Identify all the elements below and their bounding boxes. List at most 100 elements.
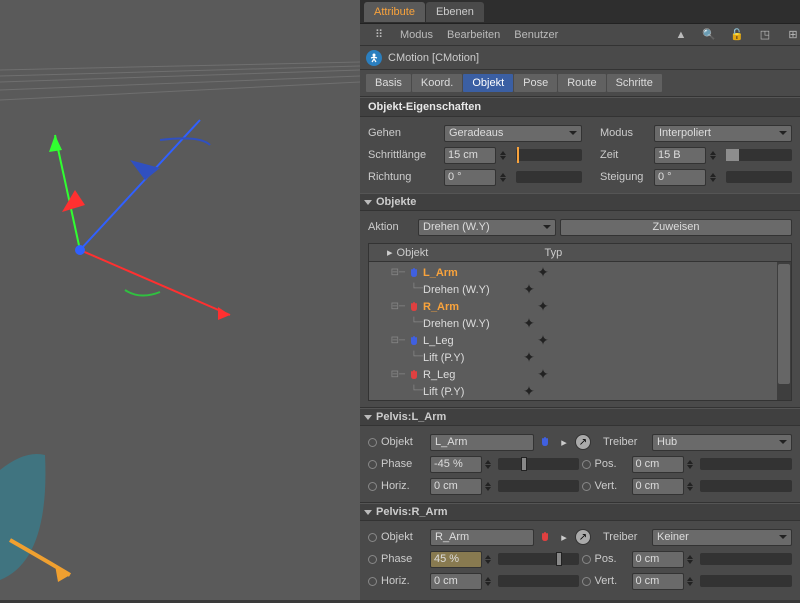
vert-slider[interactable] [700, 480, 793, 492]
horiz-radio[interactable] [368, 482, 377, 491]
tree-item[interactable]: ⊟─ R_Arm ✦ [369, 298, 791, 315]
lock-icon[interactable]: 🔓 [730, 28, 744, 42]
tree-item[interactable]: ⊟─ L_Arm ✦ [369, 264, 791, 281]
objekt-radio[interactable] [368, 438, 377, 447]
search-icon[interactable]: 🔍 [702, 28, 716, 42]
phase-slider[interactable] [498, 458, 579, 470]
objekt-link-field[interactable]: R_Arm [430, 529, 534, 546]
zeit-field[interactable]: 15 B [654, 147, 706, 164]
phase-label: Phase [381, 458, 427, 470]
subtab-schritte[interactable]: Schritte [607, 74, 662, 92]
pos-slider[interactable] [700, 458, 793, 470]
phase-spinner[interactable] [485, 456, 495, 473]
steigung-slider[interactable] [726, 171, 792, 183]
object-tree[interactable]: ▸ Objekt Typ ⊟─ L_Arm ✦ └─ Drehen (W.Y) … [368, 243, 792, 401]
steigung-spinner[interactable] [710, 169, 720, 186]
vert-radio[interactable] [582, 482, 591, 491]
subtab-route[interactable]: Route [558, 74, 605, 92]
horiz-field[interactable]: 0 cm [430, 573, 482, 590]
chevron-right-icon[interactable]: ▸ [556, 434, 572, 450]
treiber-combo[interactable]: Hub [652, 434, 792, 451]
zeit-spinner[interactable] [710, 147, 720, 164]
phase-field[interactable]: 45 % [430, 551, 482, 568]
tree-subitem-name: Drehen (W.Y) [423, 318, 519, 330]
hand-icon [408, 301, 420, 313]
type-icon: ✦ [533, 332, 553, 349]
tree-item[interactable]: ⊟─ R_Leg ✦ [369, 366, 791, 383]
schritt-spinner[interactable] [500, 147, 510, 164]
aktion-combo[interactable]: Drehen (W.Y) [418, 219, 556, 236]
menu-grip-icon: ⠿ [372, 28, 386, 42]
schritt-field[interactable]: 15 cm [444, 147, 496, 164]
schritt-slider[interactable] [516, 149, 582, 161]
vert-spinner[interactable] [687, 478, 697, 495]
subtab-objekt[interactable]: Objekt [463, 74, 513, 92]
zeit-slider[interactable] [726, 149, 792, 161]
gehen-combo[interactable]: Geradeaus [444, 125, 582, 142]
phase-radio[interactable] [368, 460, 377, 469]
horiz-spinner[interactable] [485, 573, 495, 590]
subtab-pose[interactable]: Pose [514, 74, 557, 92]
group-header[interactable]: Pelvis:L_Arm [360, 408, 800, 426]
horiz-spinner[interactable] [485, 478, 495, 495]
vert-field[interactable]: 0 cm [632, 573, 684, 590]
menu-benutzer[interactable]: Benutzer [514, 29, 558, 41]
object-title: CMotion [CMotion] [388, 52, 479, 64]
menu-modus[interactable]: Modus [400, 29, 433, 41]
zuweisen-button[interactable]: Zuweisen [560, 219, 792, 236]
objekt-radio[interactable] [368, 533, 377, 542]
modus-combo[interactable]: Interpoliert [654, 125, 792, 142]
objekt-link-field[interactable]: L_Arm [430, 434, 534, 451]
viewport-3d[interactable] [0, 0, 360, 600]
pos-field[interactable]: 0 cm [632, 551, 684, 568]
tree-item[interactable]: ⊟─ L_Leg ✦ [369, 332, 791, 349]
vert-field[interactable]: 0 cm [632, 478, 684, 495]
tree-item-name: R_Arm [423, 301, 533, 313]
tree-toggle-icon[interactable]: ▸ [387, 246, 393, 259]
new-window-icon[interactable]: ◳ [758, 28, 772, 42]
vert-radio[interactable] [582, 577, 591, 586]
tree-scrollbar[interactable] [777, 262, 791, 400]
vert-label: Vert. [595, 575, 629, 587]
phase-slider[interactable] [498, 553, 579, 565]
chevron-right-icon[interactable]: ▸ [556, 529, 572, 545]
pos-spinner[interactable] [687, 551, 697, 568]
pos-slider[interactable] [700, 553, 793, 565]
phase-spinner[interactable] [485, 551, 495, 568]
horiz-slider[interactable] [498, 575, 579, 587]
target-icon[interactable]: ↗ [575, 529, 591, 545]
menu-bearbeiten[interactable]: Bearbeiten [447, 29, 500, 41]
vert-slider[interactable] [700, 575, 793, 587]
pos-radio[interactable] [582, 555, 591, 564]
type-icon: ✦ [519, 383, 539, 400]
steigung-field[interactable]: 0 ° [654, 169, 706, 186]
nav-up-icon[interactable]: ▲ [674, 28, 688, 42]
tree-subitem[interactable]: └─ Lift (P.Y) ✦ [369, 349, 791, 366]
phase-field[interactable]: -45 % [430, 456, 482, 473]
tree-subitem[interactable]: └─ Lift (P.Y) ✦ [369, 383, 791, 400]
horiz-radio[interactable] [368, 577, 377, 586]
target-icon[interactable]: ↗ [575, 434, 591, 450]
richtung-field[interactable]: 0 ° [444, 169, 496, 186]
pos-field[interactable]: 0 cm [632, 456, 684, 473]
tree-subitem[interactable]: └─ Drehen (W.Y) ✦ [369, 315, 791, 332]
group-header[interactable]: Pelvis:R_Arm [360, 503, 800, 521]
richtung-spinner[interactable] [500, 169, 510, 186]
treiber-combo[interactable]: Keiner [652, 529, 792, 546]
section-objekte[interactable]: Objekte [360, 193, 800, 211]
tab-ebenen[interactable]: Ebenen [426, 2, 484, 22]
tree-item-name: R_Leg [423, 369, 533, 381]
vert-spinner[interactable] [687, 573, 697, 590]
pos-spinner[interactable] [687, 456, 697, 473]
subtab-koord[interactable]: Koord. [412, 74, 462, 92]
horiz-slider[interactable] [498, 480, 579, 492]
richtung-slider[interactable] [516, 171, 582, 183]
subtab-basis[interactable]: Basis [366, 74, 411, 92]
tab-attribute[interactable]: Attribute [364, 2, 425, 22]
tree-subitem[interactable]: └─ Drehen (W.Y) ✦ [369, 281, 791, 298]
pos-radio[interactable] [582, 460, 591, 469]
add-icon[interactable]: ⊞ [786, 28, 800, 42]
horiz-field[interactable]: 0 cm [430, 478, 482, 495]
phase-radio[interactable] [368, 555, 377, 564]
pos-label: Pos. [595, 553, 629, 565]
